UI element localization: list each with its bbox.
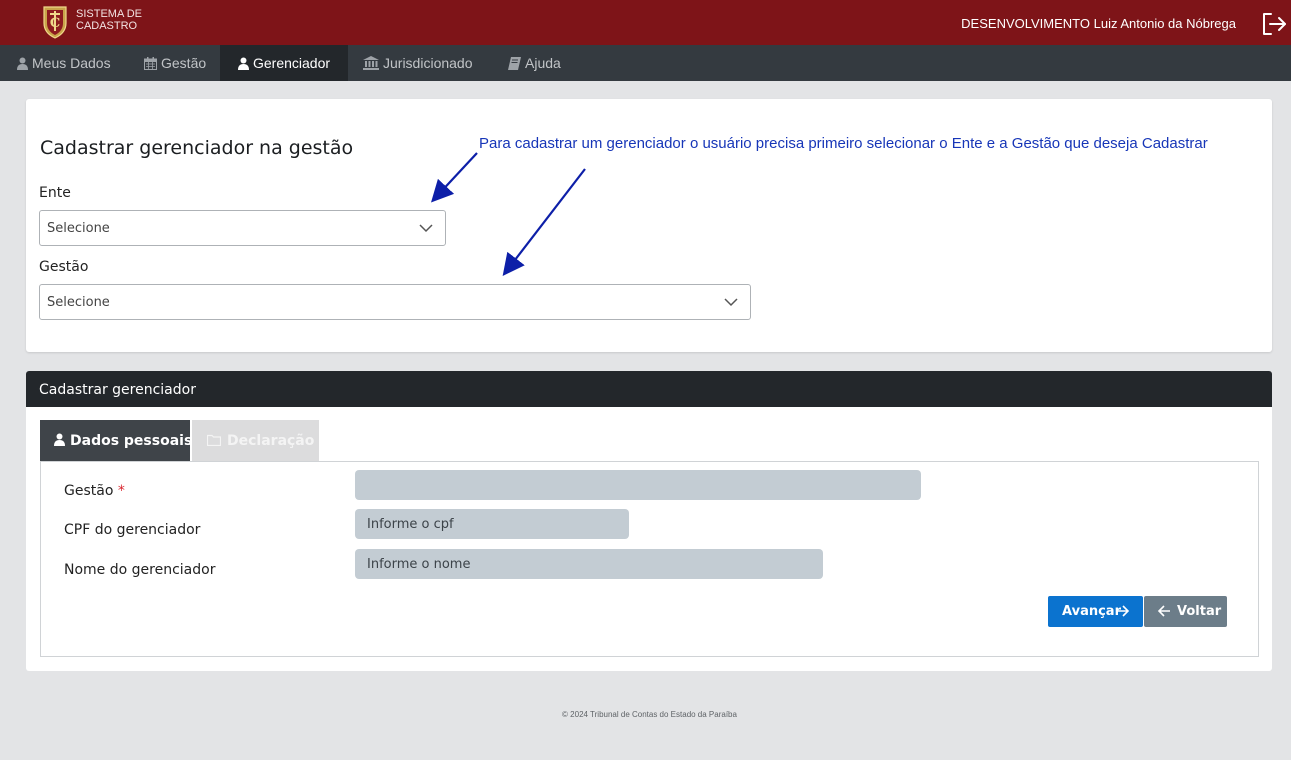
gestao-field-label: Gestão * (64, 483, 125, 499)
nav-item-ajuda[interactable]: Ajuda (508, 45, 561, 81)
gestao-select[interactable]: Selecione (39, 284, 751, 320)
tab-label: Dados pessoais (70, 433, 193, 449)
required-marker: * (117, 483, 125, 499)
nav-label: Jurisdicionado (383, 55, 473, 71)
nav-item-jurisdicionado[interactable]: Jurisdicionado (363, 45, 473, 81)
chevron-down-icon (724, 298, 738, 307)
ente-select-value: Selecione (47, 221, 110, 236)
tab-panel: Gestão * CPF do gerenciador Informe o cp… (40, 461, 1259, 657)
nav-label: Gestão (161, 55, 207, 71)
gestao-field[interactable] (355, 470, 921, 500)
gestao-label: Gestão (39, 259, 89, 275)
selection-card: Cadastrar gerenciador na gestão Para cad… (26, 99, 1272, 352)
gestao-select-value: Selecione (47, 295, 110, 310)
brand-line-2: CADASTRO (76, 20, 138, 32)
nav-label: Ajuda (525, 55, 561, 71)
book-icon (508, 57, 521, 70)
footer-copyright: © 2024 Tribunal de Contas do Estado da P… (562, 710, 737, 719)
folder-icon (206, 434, 222, 447)
calendar-icon (144, 57, 157, 70)
nome-input[interactable]: Informe o nome (355, 549, 823, 579)
brand-line-1: SISTEMA DE (76, 8, 143, 20)
arrow-right-icon (1117, 605, 1130, 617)
tab-declaracao[interactable]: Declaração (192, 420, 319, 461)
user-icon (238, 57, 249, 70)
arrow-to-ente (431, 152, 478, 203)
hint-annotation: Para cadastrar um gerenciador o usuário … (479, 135, 1208, 152)
top-header: C SISTEMA DE CADASTRO DESENVOLVIMENTO Lu… (0, 0, 1291, 45)
tab-label: Declaração (227, 433, 315, 449)
back-button[interactable]: Voltar (1144, 596, 1227, 627)
page-title: Cadastrar gerenciador na gestão (40, 137, 354, 159)
form-card-title: Cadastrar gerenciador (39, 382, 196, 398)
nav-item-gerenciador[interactable]: Gerenciador (220, 45, 348, 81)
arrow-left-icon (1157, 605, 1170, 617)
user-icon (17, 57, 28, 70)
gestao-field-label-text: Gestão (64, 483, 114, 499)
logout-icon[interactable] (1261, 11, 1287, 37)
ente-select[interactable]: Selecione (39, 210, 446, 246)
nav-label: Gerenciador (253, 55, 331, 71)
tab-dados-pessoais[interactable]: Dados pessoais (40, 420, 193, 461)
arrow-to-gestao (502, 168, 586, 276)
brand-name: SISTEMA DE CADASTRO (76, 8, 142, 32)
back-button-label: Voltar (1177, 604, 1222, 619)
nav-item-meus-dados[interactable]: Meus Dados (17, 45, 111, 81)
form-card: Cadastrar gerenciador Dados pessoais Dec… (26, 371, 1272, 671)
nome-label: Nome do gerenciador (64, 562, 216, 578)
ente-label: Ente (39, 185, 71, 201)
tce-logo-icon: C (43, 6, 67, 39)
cpf-label: CPF do gerenciador (64, 522, 201, 538)
cpf-input[interactable]: Informe o cpf (355, 509, 629, 539)
institution-icon (363, 56, 379, 70)
nav-item-gestao[interactable]: Gestão (144, 45, 206, 81)
advance-button-label: Avançar (1062, 604, 1121, 619)
chevron-down-icon (419, 224, 433, 233)
advance-button[interactable]: Avançar (1048, 596, 1143, 627)
form-card-header: Cadastrar gerenciador (26, 371, 1272, 407)
nav-label: Meus Dados (32, 55, 111, 71)
main-nav: Meus Dados Gestão Gerenciador Jurisdicio… (0, 45, 1291, 81)
user-icon (54, 433, 65, 446)
user-name[interactable]: DESENVOLVIMENTO Luiz Antonio da Nóbrega (961, 16, 1236, 31)
